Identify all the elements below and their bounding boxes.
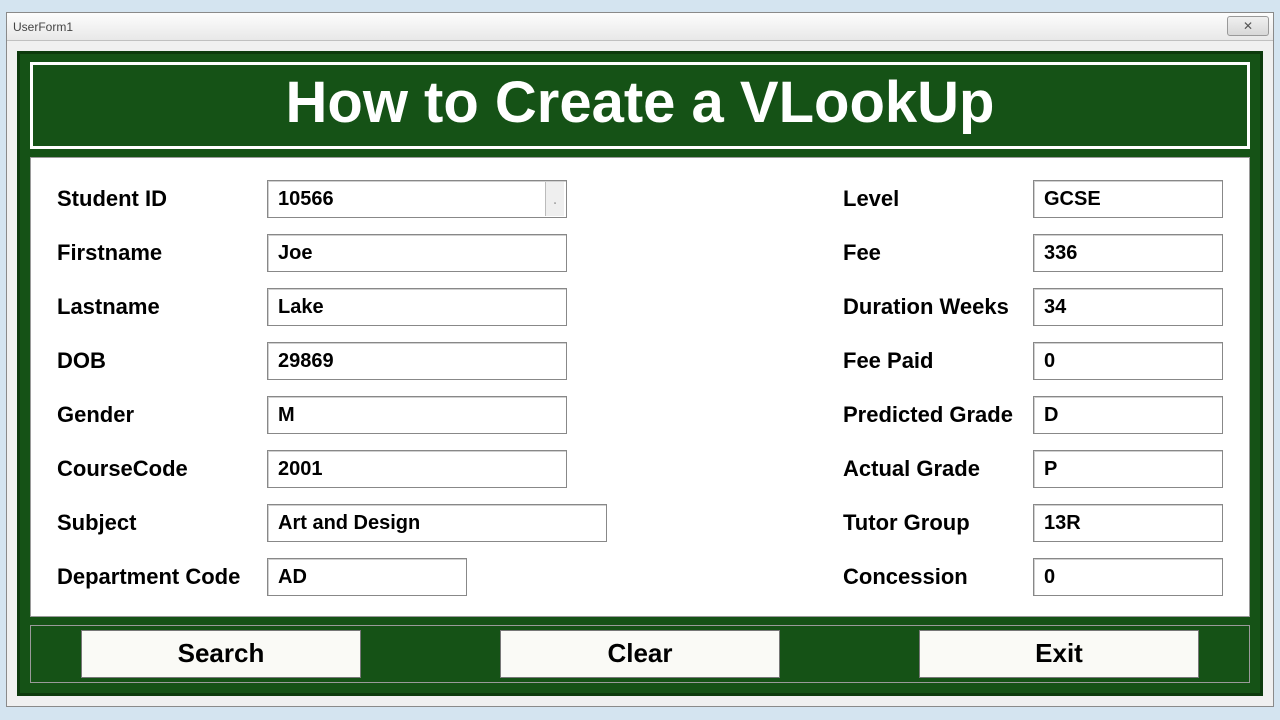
exit-button[interactable]: Exit [919, 630, 1199, 678]
label-student-id: Student ID [57, 186, 267, 212]
label-feepaid: Fee Paid [813, 348, 1033, 374]
buttons-row: Search Clear Exit [30, 625, 1250, 683]
close-button[interactable]: ✕ [1227, 16, 1269, 36]
label-gender: Gender [57, 402, 267, 428]
firstname-field[interactable]: Joe [267, 234, 567, 272]
actual-field[interactable]: P [1033, 450, 1223, 488]
fields-grid: Student ID 10566 Level GCSE Firstname Jo… [30, 157, 1250, 617]
label-firstname: Firstname [57, 240, 267, 266]
coursecode-field[interactable]: 2001 [267, 450, 567, 488]
close-icon: ✕ [1243, 19, 1253, 33]
label-subject: Subject [57, 510, 267, 536]
predicted-field[interactable]: D [1033, 396, 1223, 434]
label-tutor: Tutor Group [813, 510, 1033, 536]
label-concession: Concession [813, 564, 1033, 590]
search-button[interactable]: Search [81, 630, 361, 678]
feepaid-field[interactable]: 0 [1033, 342, 1223, 380]
subject-field[interactable]: Art and Design [267, 504, 607, 542]
titlebar: UserForm1 ✕ [7, 13, 1273, 41]
header-box: How to Create a VLookUp [30, 62, 1250, 149]
deptcode-field[interactable]: AD [267, 558, 467, 596]
fee-field[interactable]: 336 [1033, 234, 1223, 272]
form-body: How to Create a VLookUp Student ID 10566… [7, 41, 1273, 706]
label-dob: DOB [57, 348, 267, 374]
window-title: UserForm1 [13, 20, 73, 34]
clear-button[interactable]: Clear [500, 630, 780, 678]
concession-field[interactable]: 0 [1033, 558, 1223, 596]
label-actual: Actual Grade [813, 456, 1033, 482]
tutor-field[interactable]: 13R [1033, 504, 1223, 542]
label-fee: Fee [813, 240, 1033, 266]
dob-field[interactable]: 29869 [267, 342, 567, 380]
lastname-field[interactable]: Lake [267, 288, 567, 326]
gender-field[interactable]: M [267, 396, 567, 434]
label-predicted: Predicted Grade [813, 402, 1033, 428]
label-lastname: Lastname [57, 294, 267, 320]
form-title: How to Create a VLookUp [33, 69, 1247, 136]
label-deptcode: Department Code [57, 564, 267, 590]
student-id-combo[interactable]: 10566 [267, 180, 567, 218]
userform-window: UserForm1 ✕ How to Create a VLookUp Stud… [6, 12, 1274, 707]
label-level: Level [813, 186, 1033, 212]
duration-field[interactable]: 34 [1033, 288, 1223, 326]
main-panel: How to Create a VLookUp Student ID 10566… [17, 51, 1263, 696]
label-duration: Duration Weeks [813, 294, 1033, 320]
level-field[interactable]: GCSE [1033, 180, 1223, 218]
label-coursecode: CourseCode [57, 456, 267, 482]
